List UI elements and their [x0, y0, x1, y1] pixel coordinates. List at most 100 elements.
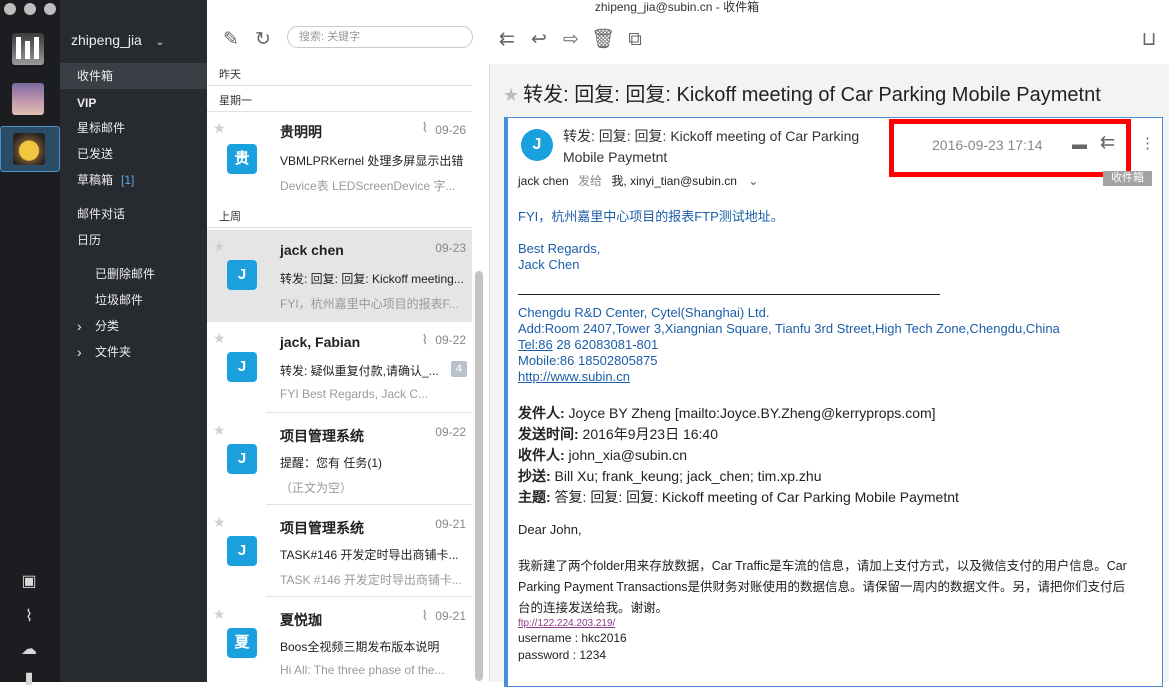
attachment-icon[interactable]: ⌇: [18, 606, 40, 628]
stats-icon[interactable]: ▮: [18, 668, 40, 690]
star-icon[interactable]: ★: [213, 422, 226, 439]
divider: [266, 412, 472, 413]
website-link[interactable]: http://www.subin.cn: [518, 369, 630, 384]
star-icon[interactable]: ★: [213, 606, 226, 623]
body-paragraph: 台的连接发送给我。谢谢。: [518, 601, 669, 615]
body-username: username : hkc2016: [518, 631, 627, 645]
account-avatar-3: [13, 133, 45, 165]
move-to-folder-icon[interactable]: ⧉: [623, 28, 647, 52]
avatar: 贵: [227, 144, 257, 174]
sender-name[interactable]: jack chen: [518, 174, 569, 188]
more-options-icon[interactable]: ⋮: [1140, 134, 1155, 152]
section-header: 上周: [207, 206, 472, 228]
list-item[interactable]: ★ 项目管理系统 09-21 J TASK#146 开发定时导出商铺卡... T…: [207, 506, 472, 598]
body-password: password : 1234: [518, 648, 607, 662]
account-avatar-selected-wrap[interactable]: [0, 126, 60, 172]
avatar: 夏: [227, 628, 257, 658]
header-to: 收件人: john_xia@subin.cn: [518, 447, 688, 463]
header-sent: 发送时间: 2016年9月23日 16:40: [518, 426, 718, 442]
forward-icon[interactable]: ⇨: [559, 28, 583, 52]
search-placeholder: 搜索: 关键字: [299, 31, 361, 43]
chevron-down-icon: ⌄: [155, 37, 165, 48]
avatar: J: [227, 260, 257, 290]
zoom-window-button[interactable]: [44, 3, 56, 15]
avatar: J: [227, 536, 257, 566]
compose-icon[interactable]: ✎: [219, 28, 243, 52]
recipients[interactable]: 我, xinyi_tian@subin.cn: [611, 174, 737, 188]
attachment-icon: ⌇: [421, 332, 428, 347]
contacts-icon[interactable]: ▣: [18, 571, 40, 593]
folder-sent[interactable]: 已发送: [60, 141, 207, 167]
divider: [266, 504, 472, 505]
search-input[interactable]: 搜索: 关键字: [287, 26, 473, 48]
highlight-box: [889, 119, 1131, 177]
section-header: 昨天: [207, 64, 472, 86]
folder-vip[interactable]: VIP: [60, 90, 207, 116]
body-tel: Tel:86 28 62083081-801: [518, 337, 659, 352]
refresh-icon[interactable]: ↻: [251, 28, 275, 52]
minimize-window-button[interactable]: [24, 3, 36, 15]
folder-conversations[interactable]: 邮件对话: [60, 201, 207, 227]
folder-junk[interactable]: 垃圾邮件: [60, 287, 207, 313]
body-address: Add:Room 2407,Tower 3,Xiangnian Square, …: [518, 321, 1060, 336]
section-header: 星期一: [207, 90, 472, 112]
list-item[interactable]: ★ 夏悦珈 ⌇ 09-21 夏 Boos全视频三期发布版本说明 Hi All: …: [207, 598, 472, 682]
star-icon[interactable]: ★: [213, 238, 226, 255]
ftp-link[interactable]: ftp://122.224.203.219/: [518, 618, 615, 629]
body-fyi: FYI，杭州嘉里中心项目的报表FTP测试地址。: [518, 209, 784, 224]
drafts-count: [1]: [121, 173, 135, 187]
header-cc: 抄送: Bill Xu; frank_keung; jack_chen; tim…: [518, 468, 822, 484]
folder-inbox[interactable]: 收件箱: [60, 63, 207, 89]
chevron-right-icon: ›: [77, 318, 82, 334]
expand-recipients-icon[interactable]: ⌄: [748, 174, 758, 188]
message-card: J 转发: 回复: 回复: Kickoff meeting of Car Par…: [504, 117, 1163, 687]
list-item[interactable]: ★ jack, Fabian ⌇ 09-22 J 转发: 疑似重复付款,请确认_…: [207, 322, 472, 414]
reading-pane: ★ 转发: 回复: 回复: Kickoff meeting of Car Park…: [490, 64, 1169, 687]
app-rail: ▣ ⌇ ☁ ▮: [0, 0, 60, 687]
signature-divider: [518, 294, 940, 295]
folder-folders[interactable]: › 文件夹: [60, 339, 207, 365]
body-regards: Best Regards,: [518, 241, 601, 256]
account-avatar-1[interactable]: [12, 33, 44, 65]
cloud-file-icon[interactable]: ☁: [18, 639, 40, 661]
sender-row: jack chen 发给 我, xinyi_tian@subin.cn ⌄: [518, 172, 758, 189]
account-name: zhipeng_jia: [71, 32, 142, 48]
folder-categories[interactable]: › 分类: [60, 313, 207, 339]
body-paragraph: Parking Payment Transactions是供财务对账使用的数据信…: [518, 580, 1126, 594]
app-logo-icon: [16, 37, 39, 59]
reply-all-icon[interactable]: ⇇: [495, 28, 519, 52]
sender-avatar: J: [521, 129, 553, 161]
trash-icon[interactable]: 🗑: [591, 28, 615, 52]
list-scrollbar[interactable]: [475, 271, 483, 681]
thread-count-badge: 4: [450, 361, 467, 377]
card-subject: 转发: 回复: 回复: Kickoff meeting of Car Parki…: [563, 128, 860, 165]
list-item-selected[interactable]: ★ jack chen 09-23 J 转发: 回复: 回复: Kickoff …: [207, 230, 472, 322]
body-greeting: Dear John,: [518, 522, 582, 537]
reply-icon[interactable]: ↩: [527, 28, 551, 52]
sent-to-label: 发给: [578, 174, 603, 188]
folder-drafts[interactable]: 草稿箱 [1]: [60, 167, 207, 193]
folder-sidebar: zhipeng_jia ⌄ 收件箱 VIP 星标邮件 已发送 草稿箱 [1] 邮件…: [60, 0, 207, 682]
account-avatar-2[interactable]: [12, 83, 44, 115]
toolbar: zhipeng_jia@subin.cn - 收件箱 ✎ ↻ 搜索: 关键字 ⇇…: [207, 0, 1169, 65]
window-title: zhipeng_jia@subin.cn - 收件箱: [594, 0, 760, 14]
tel-link[interactable]: Tel:86: [518, 337, 553, 352]
star-icon[interactable]: ★: [213, 120, 226, 137]
star-icon[interactable]: ★: [503, 85, 519, 105]
account-switcher[interactable]: zhipeng_jia ⌄: [71, 32, 164, 48]
folder-calendar[interactable]: 日历: [60, 227, 207, 253]
close-window-button[interactable]: [4, 3, 16, 15]
list-item[interactable]: ★ 项目管理系统 09-22 J 提醒：您有 任务(1) （正文为空）: [207, 414, 472, 506]
folder-starred[interactable]: 星标邮件: [60, 115, 207, 141]
body-company: Chengdu R&D Center, Cytel(Shanghai) Ltd.: [518, 305, 770, 320]
mail-list: 昨天 星期一 ★ 贵明明 ⌇ 09-26 贵 VBMLPRKernel 处理多屏…: [207, 64, 490, 682]
avatar: J: [227, 352, 257, 382]
folder-deleted[interactable]: 已删除邮件: [60, 261, 207, 287]
header-from: 发件人: Joyce BY Zheng [mailto:Joyce.BY.Zhe…: [518, 405, 936, 421]
inbox-tray-icon[interactable]: ⊔: [1137, 28, 1161, 52]
star-icon[interactable]: ★: [213, 330, 226, 347]
star-icon[interactable]: ★: [213, 514, 226, 531]
avatar: J: [227, 444, 257, 474]
message-subject: ★ 转发: 回复: 回复: Kickoff meeting of Car Park…: [503, 84, 1101, 106]
list-item[interactable]: ★ 贵明明 ⌇ 09-26 贵 VBMLPRKernel 处理多屏显示出错 De…: [207, 112, 472, 204]
